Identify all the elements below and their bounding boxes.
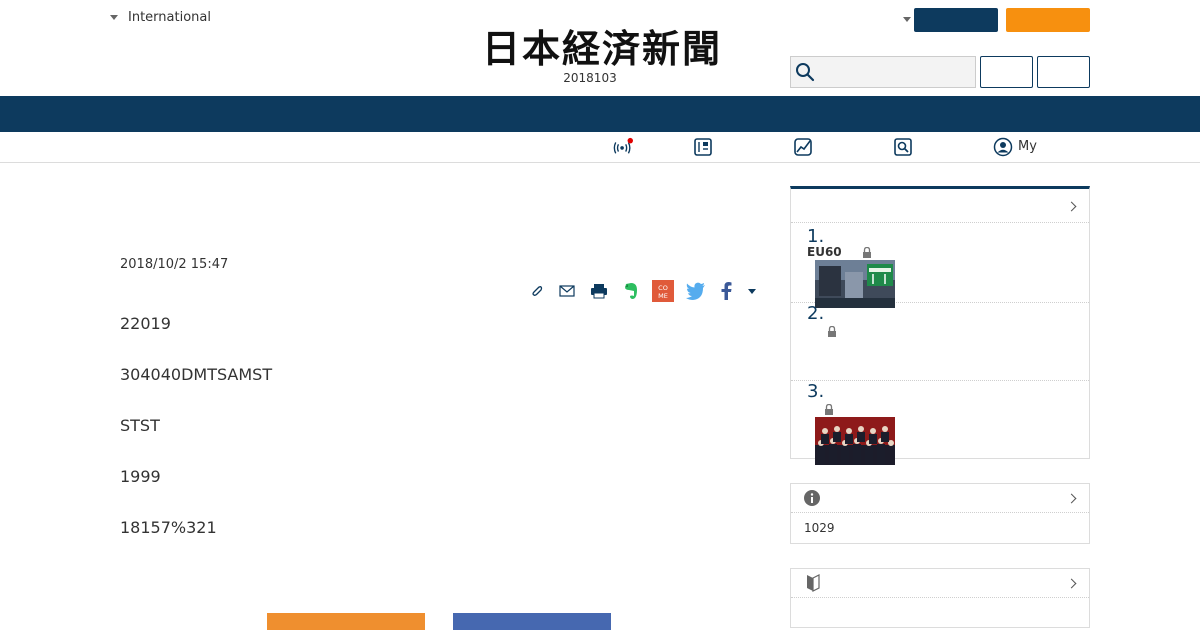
info-panel: 1029 <box>790 483 1090 544</box>
mail-icon[interactable] <box>556 280 578 302</box>
rank-number: 1. <box>807 226 825 247</box>
beginner-header[interactable] <box>791 569 1089 598</box>
search-box[interactable] <box>790 56 976 88</box>
twitter-icon[interactable] <box>685 280 707 302</box>
edition-selector[interactable]: International <box>110 10 211 25</box>
search-input[interactable] <box>819 58 969 86</box>
rank-number: 2. <box>807 303 825 324</box>
print-icon[interactable] <box>588 280 610 302</box>
nikkei-logo[interactable]: 日本経済新聞 <box>452 28 752 68</box>
chart-icon[interactable] <box>793 137 813 157</box>
site-header: International 日本経済新聞 2018103 <box>0 0 1200 96</box>
caret-down-icon[interactable] <box>903 17 911 22</box>
chevron-right-icon[interactable] <box>1066 578 1077 589</box>
article-paragraph: 22019 <box>120 314 171 333</box>
logo-text: 日本経済新聞 <box>482 28 722 68</box>
ranking-item[interactable]: 3. <box>791 381 1089 465</box>
evernote-icon[interactable] <box>620 280 642 302</box>
beginner-mark-icon <box>807 574 820 592</box>
facebook-icon[interactable] <box>715 280 737 302</box>
search-icon[interactable] <box>795 62 815 82</box>
ranking-header[interactable] <box>791 189 1089 223</box>
ranking-thumbnail[interactable] <box>815 417 895 465</box>
paper-icon[interactable] <box>693 137 713 157</box>
register-button[interactable] <box>1037 56 1090 88</box>
info-text[interactable]: 1029 <box>804 521 835 535</box>
ranking-thumbnail[interactable] <box>815 260 895 308</box>
orange-subscribe-button[interactable] <box>1006 8 1090 32</box>
navy-account-button[interactable] <box>914 8 998 32</box>
share-facebook-button[interactable] <box>453 613 611 630</box>
article-paragraph: 1999 <box>120 467 161 486</box>
article-paragraph: STST <box>120 416 160 435</box>
login-button[interactable] <box>980 56 1033 88</box>
edition-label: International <box>128 10 211 25</box>
lock-icon <box>863 247 871 258</box>
article-date: 2018/10/2 15:47 <box>120 257 229 272</box>
ranking-panel: 1. EU60 2. 3. <box>790 186 1090 465</box>
lock-icon <box>825 404 833 415</box>
rank-title: EU60 <box>807 245 842 259</box>
sub-navbar: My <box>0 132 1200 163</box>
issue-date: 2018103 <box>563 71 617 85</box>
article-paragraph: 304040DMTSAMST <box>120 365 273 384</box>
main-navbar <box>0 96 1200 132</box>
come-icon[interactable]: CO ME <box>652 280 674 302</box>
rank-number: 3. <box>807 381 825 402</box>
notification-dot <box>627 137 633 144</box>
come-icon-label: CO ME <box>658 284 668 300</box>
beginner-panel <box>790 568 1090 628</box>
share-orange-button[interactable] <box>267 613 425 630</box>
article-paragraph: 18157%321 <box>120 518 217 537</box>
clip-icon[interactable] <box>526 280 548 302</box>
lock-icon <box>828 326 836 337</box>
my-label[interactable]: My <box>1018 139 1037 154</box>
info-icon <box>804 490 820 506</box>
more-caret-icon[interactable] <box>741 280 763 302</box>
ranking-item[interactable]: 1. EU60 <box>791 223 1089 308</box>
user-icon[interactable] <box>993 137 1013 157</box>
chevron-right-icon[interactable] <box>1066 201 1077 212</box>
info-header[interactable] <box>791 484 1089 513</box>
ranking-item[interactable]: 2. <box>791 303 1089 381</box>
search-doc-icon[interactable] <box>893 137 913 157</box>
chevron-right-icon[interactable] <box>1066 493 1077 504</box>
broadcast-icon[interactable] <box>613 137 633 157</box>
caret-down-icon <box>110 15 118 20</box>
